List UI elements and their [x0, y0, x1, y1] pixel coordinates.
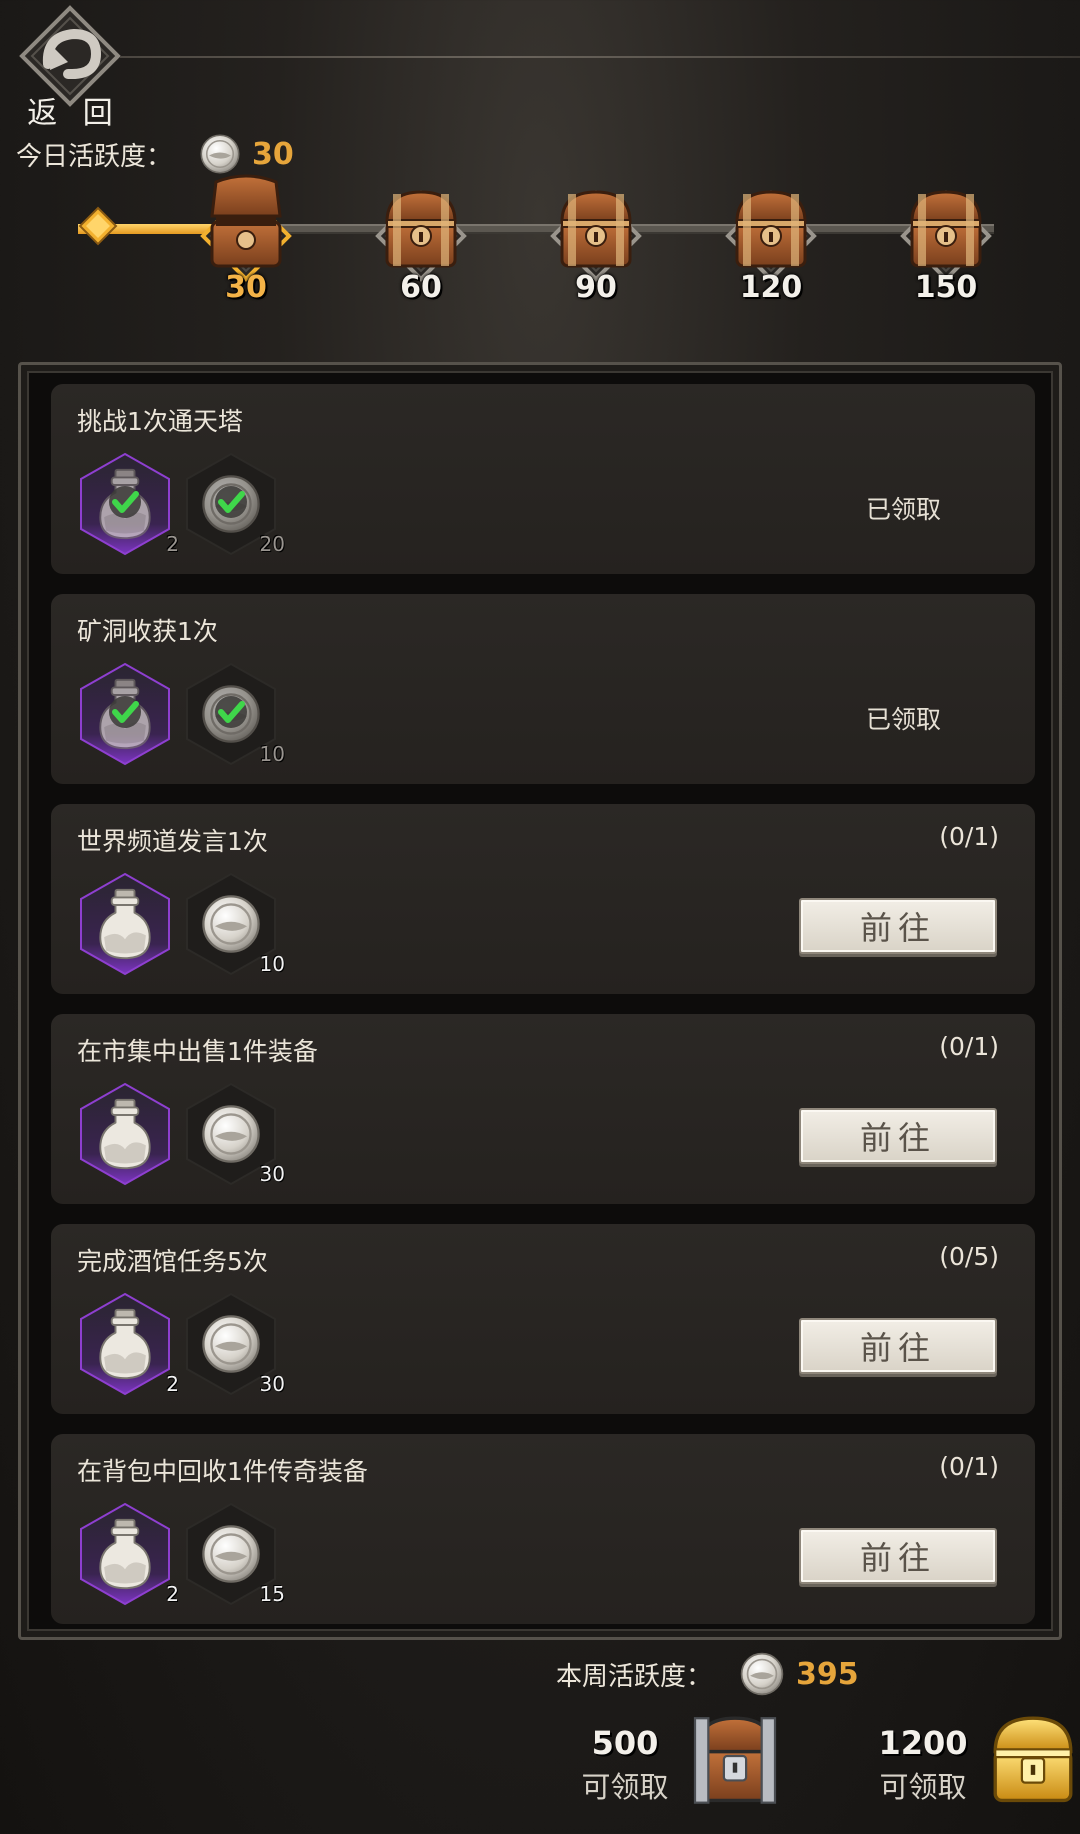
task-title: 世界频道发言1次 — [77, 827, 268, 856]
task-reward-item[interactable]: 30 — [185, 1292, 285, 1402]
task-card: 挑战1次通天塔 2 20 已领取 — [51, 384, 1035, 574]
task-card: 完成酒馆任务5次 (0/5) 2 30 前往 — [51, 1224, 1035, 1414]
silver-chest-icon — [693, 1716, 777, 1804]
milestone-chest-0[interactable]: 30 — [186, 170, 306, 310]
activity-coin-icon — [200, 134, 240, 174]
milestone-value: 150 — [914, 270, 978, 305]
milestone-value: 30 — [225, 270, 267, 305]
open-chest-icon — [210, 174, 282, 268]
back-label: 返 回 — [27, 96, 121, 131]
milestone-value: 90 — [575, 270, 617, 305]
reward-quantity: 2 — [166, 532, 179, 556]
task-reward-item[interactable]: 15 — [185, 1502, 285, 1612]
task-card: 世界频道发言1次 (0/1) 10 前往 — [51, 804, 1035, 994]
task-reward-item[interactable]: 2 — [79, 1292, 179, 1402]
milestone-chest-4[interactable]: 150 — [886, 170, 1006, 310]
milestone-chest-1[interactable]: 60 — [361, 170, 481, 310]
reward-quantity: 20 — [259, 532, 285, 556]
reward-quantity: 10 — [259, 952, 285, 976]
task-progress: (0/1) — [939, 822, 999, 851]
task-progress: (0/1) — [939, 1452, 999, 1481]
daily-activity: 今日活跃度： 30 — [16, 134, 294, 174]
go-button[interactable]: 前往 — [799, 1318, 997, 1374]
chest-icon — [735, 190, 807, 268]
task-title: 挑战1次通天塔 — [77, 407, 243, 436]
go-button[interactable]: 前往 — [799, 1108, 997, 1164]
weekly-reward-500[interactable]: 500 可领取 — [540, 1706, 800, 1826]
go-button[interactable]: 前往 — [799, 898, 997, 954]
potion-bottle-icon — [80, 452, 170, 556]
task-reward-item[interactable]: 2 — [79, 1502, 179, 1612]
task-reward-item[interactable]: 30 — [185, 1082, 285, 1192]
task-title: 矿洞收获1次 — [77, 617, 218, 646]
milestone-chest-3[interactable]: 120 — [711, 170, 831, 310]
claimed-status: 已领取 — [865, 705, 941, 734]
task-title: 在市集中出售1件装备 — [77, 1037, 318, 1066]
activity-coin-icon — [740, 1652, 784, 1696]
weekly-activity: 本周活跃度： 395 — [556, 1652, 859, 1696]
task-reward-item[interactable] — [79, 662, 179, 772]
daily-activity-value: 30 — [252, 136, 294, 172]
milestone-value: 60 — [400, 270, 442, 305]
task-reward-item[interactable]: 10 — [185, 872, 285, 982]
back-button[interactable]: 返 回 — [12, 4, 122, 131]
task-title: 完成酒馆任务5次 — [77, 1247, 268, 1276]
gold-chest-icon — [993, 1716, 1073, 1803]
potion-bottle-icon — [80, 662, 170, 766]
weekly-reward-1200[interactable]: 1200 可领取 — [838, 1706, 1080, 1826]
task-list-panel: 挑战1次通天塔 2 20 已领取 矿洞收获1次 10 已领取 世界频道发言1次 (0/1) 10 前… — [18, 362, 1062, 1640]
potion-bottle-icon — [80, 872, 170, 976]
chest-icon — [560, 190, 632, 268]
reward-quantity: 2 — [166, 1582, 179, 1606]
potion-bottle-icon — [80, 1292, 170, 1396]
milestone-value: 120 — [739, 270, 803, 305]
chest-icon — [910, 190, 982, 268]
task-progress: (0/5) — [939, 1242, 999, 1271]
task-card: 在市集中出售1件装备 (0/1) 30 前往 — [51, 1014, 1035, 1204]
weekly-activity-label: 本周活跃度： — [556, 1661, 713, 1692]
task-card: 矿洞收获1次 10 已领取 — [51, 594, 1035, 784]
claimed-status: 已领取 — [865, 495, 941, 524]
task-card: 在背包中回收1件传奇装备 (0/1) 2 15 前往 — [51, 1434, 1035, 1624]
task-reward-item[interactable]: 2 — [79, 452, 179, 562]
milestone-chest-2[interactable]: 90 — [536, 170, 656, 310]
task-title: 在背包中回收1件传奇装备 — [77, 1457, 368, 1486]
reward-quantity: 30 — [259, 1162, 285, 1186]
task-progress: (0/1) — [939, 1032, 999, 1061]
potion-bottle-icon — [80, 1502, 170, 1606]
chest-icon — [385, 190, 457, 268]
reward-quantity: 15 — [259, 1582, 285, 1606]
weekly-activity-value: 395 — [796, 1656, 859, 1692]
track-start-diamond-icon — [78, 206, 118, 246]
task-reward-item[interactable] — [79, 872, 179, 982]
task-reward-item[interactable]: 10 — [185, 662, 285, 772]
daily-activity-label: 今日活跃度： — [16, 141, 173, 172]
go-button[interactable]: 前往 — [799, 1528, 997, 1584]
reward-quantity: 2 — [166, 1372, 179, 1396]
task-reward-item[interactable] — [79, 1082, 179, 1192]
header-divider — [120, 56, 1080, 58]
reward-quantity: 10 — [259, 742, 285, 766]
potion-bottle-icon — [80, 1082, 170, 1186]
reward-quantity: 30 — [259, 1372, 285, 1396]
task-reward-item[interactable]: 20 — [185, 452, 285, 562]
